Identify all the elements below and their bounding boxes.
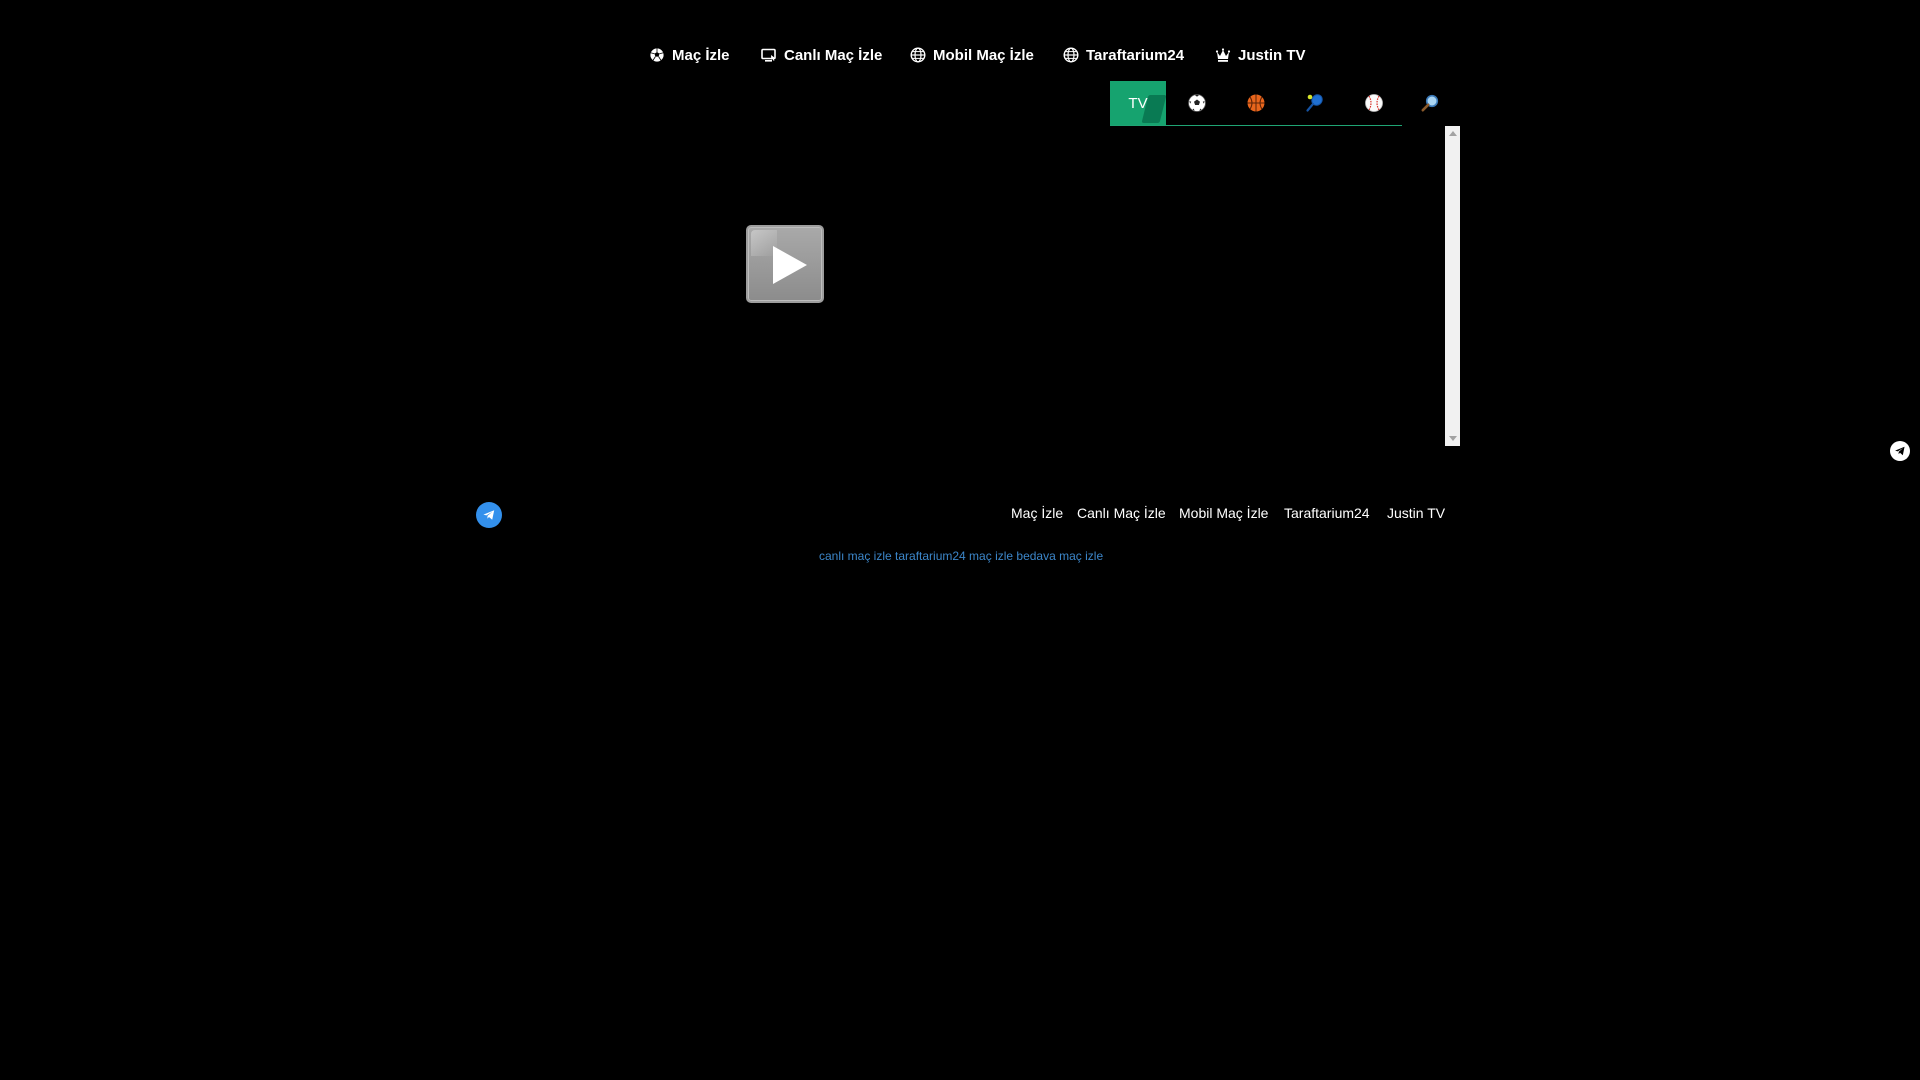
play-icon bbox=[773, 246, 807, 284]
scroll-up-arrow-icon[interactable] bbox=[1449, 131, 1457, 136]
tab-soccer[interactable] bbox=[1169, 81, 1225, 125]
nav-item-mobil-mac-izle[interactable]: Mobil Maç İzle bbox=[910, 40, 1034, 70]
footer-link-mac-izle[interactable]: Maç İzle bbox=[1011, 505, 1063, 521]
footer-link-taraftarium24[interactable]: Taraftarium24 bbox=[1284, 505, 1370, 521]
soccer-ball-icon bbox=[649, 47, 665, 63]
tab-tennis[interactable] bbox=[1287, 81, 1343, 125]
tab-tv[interactable]: TV bbox=[1110, 81, 1167, 125]
monitor-icon bbox=[761, 47, 777, 63]
nav-item-label: Mobil Maç İzle bbox=[933, 46, 1034, 64]
globe-icon bbox=[910, 47, 926, 63]
nav-item-label: Justin TV bbox=[1238, 46, 1306, 64]
nav-item-mac-izle[interactable]: Maç İzle bbox=[649, 40, 730, 70]
tab-baseball[interactable] bbox=[1346, 81, 1402, 125]
sport-tabs: TV bbox=[1110, 81, 1402, 126]
tennis-icon bbox=[1306, 94, 1323, 112]
nav-item-label: Taraftarium24 bbox=[1086, 46, 1185, 64]
tab-tv-label: TV bbox=[1128, 94, 1148, 112]
search-icon bbox=[1421, 94, 1439, 112]
seo-text[interactable]: canlı maç izle taraftarium24 maç izle be… bbox=[0, 549, 1920, 563]
nav-item-label: Maç İzle bbox=[672, 46, 730, 64]
floating-telegram-button[interactable] bbox=[1890, 441, 1910, 461]
tab-search[interactable] bbox=[1402, 81, 1458, 125]
scroll-down-arrow-icon[interactable] bbox=[1449, 436, 1457, 441]
top-navigation: Maç İzle Canlı Maç İzle Mobil Maç İzle T… bbox=[0, 40, 1920, 70]
nav-item-canli-mac-izle[interactable]: Canlı Maç İzle bbox=[761, 40, 882, 70]
channel-list-scrollbar[interactable] bbox=[1445, 126, 1460, 446]
footer-link-justin-tv[interactable]: Justin TV bbox=[1387, 505, 1445, 521]
footer-links: Maç İzle Canlı Maç İzle Mobil Maç İzle T… bbox=[0, 505, 1920, 525]
footer-link-mobil-mac-izle[interactable]: Mobil Maç İzle bbox=[1179, 505, 1268, 521]
nav-item-label: Canlı Maç İzle bbox=[784, 46, 883, 64]
globe-icon bbox=[1063, 47, 1079, 63]
soccer-icon bbox=[1188, 94, 1206, 112]
channel-list[interactable] bbox=[1110, 126, 1460, 446]
nav-item-taraftarium24[interactable]: Taraftarium24 bbox=[1063, 40, 1184, 70]
play-button[interactable] bbox=[746, 225, 824, 303]
telegram-icon bbox=[1895, 446, 1905, 456]
basketball-icon bbox=[1247, 94, 1265, 112]
footer-link-canli-mac-izle[interactable]: Canlı Maç İzle bbox=[1077, 505, 1166, 521]
baseball-icon bbox=[1365, 94, 1383, 112]
crown-icon bbox=[1215, 47, 1231, 63]
nav-item-justin-tv[interactable]: Justin TV bbox=[1215, 40, 1306, 70]
tab-basketball[interactable] bbox=[1228, 81, 1284, 125]
